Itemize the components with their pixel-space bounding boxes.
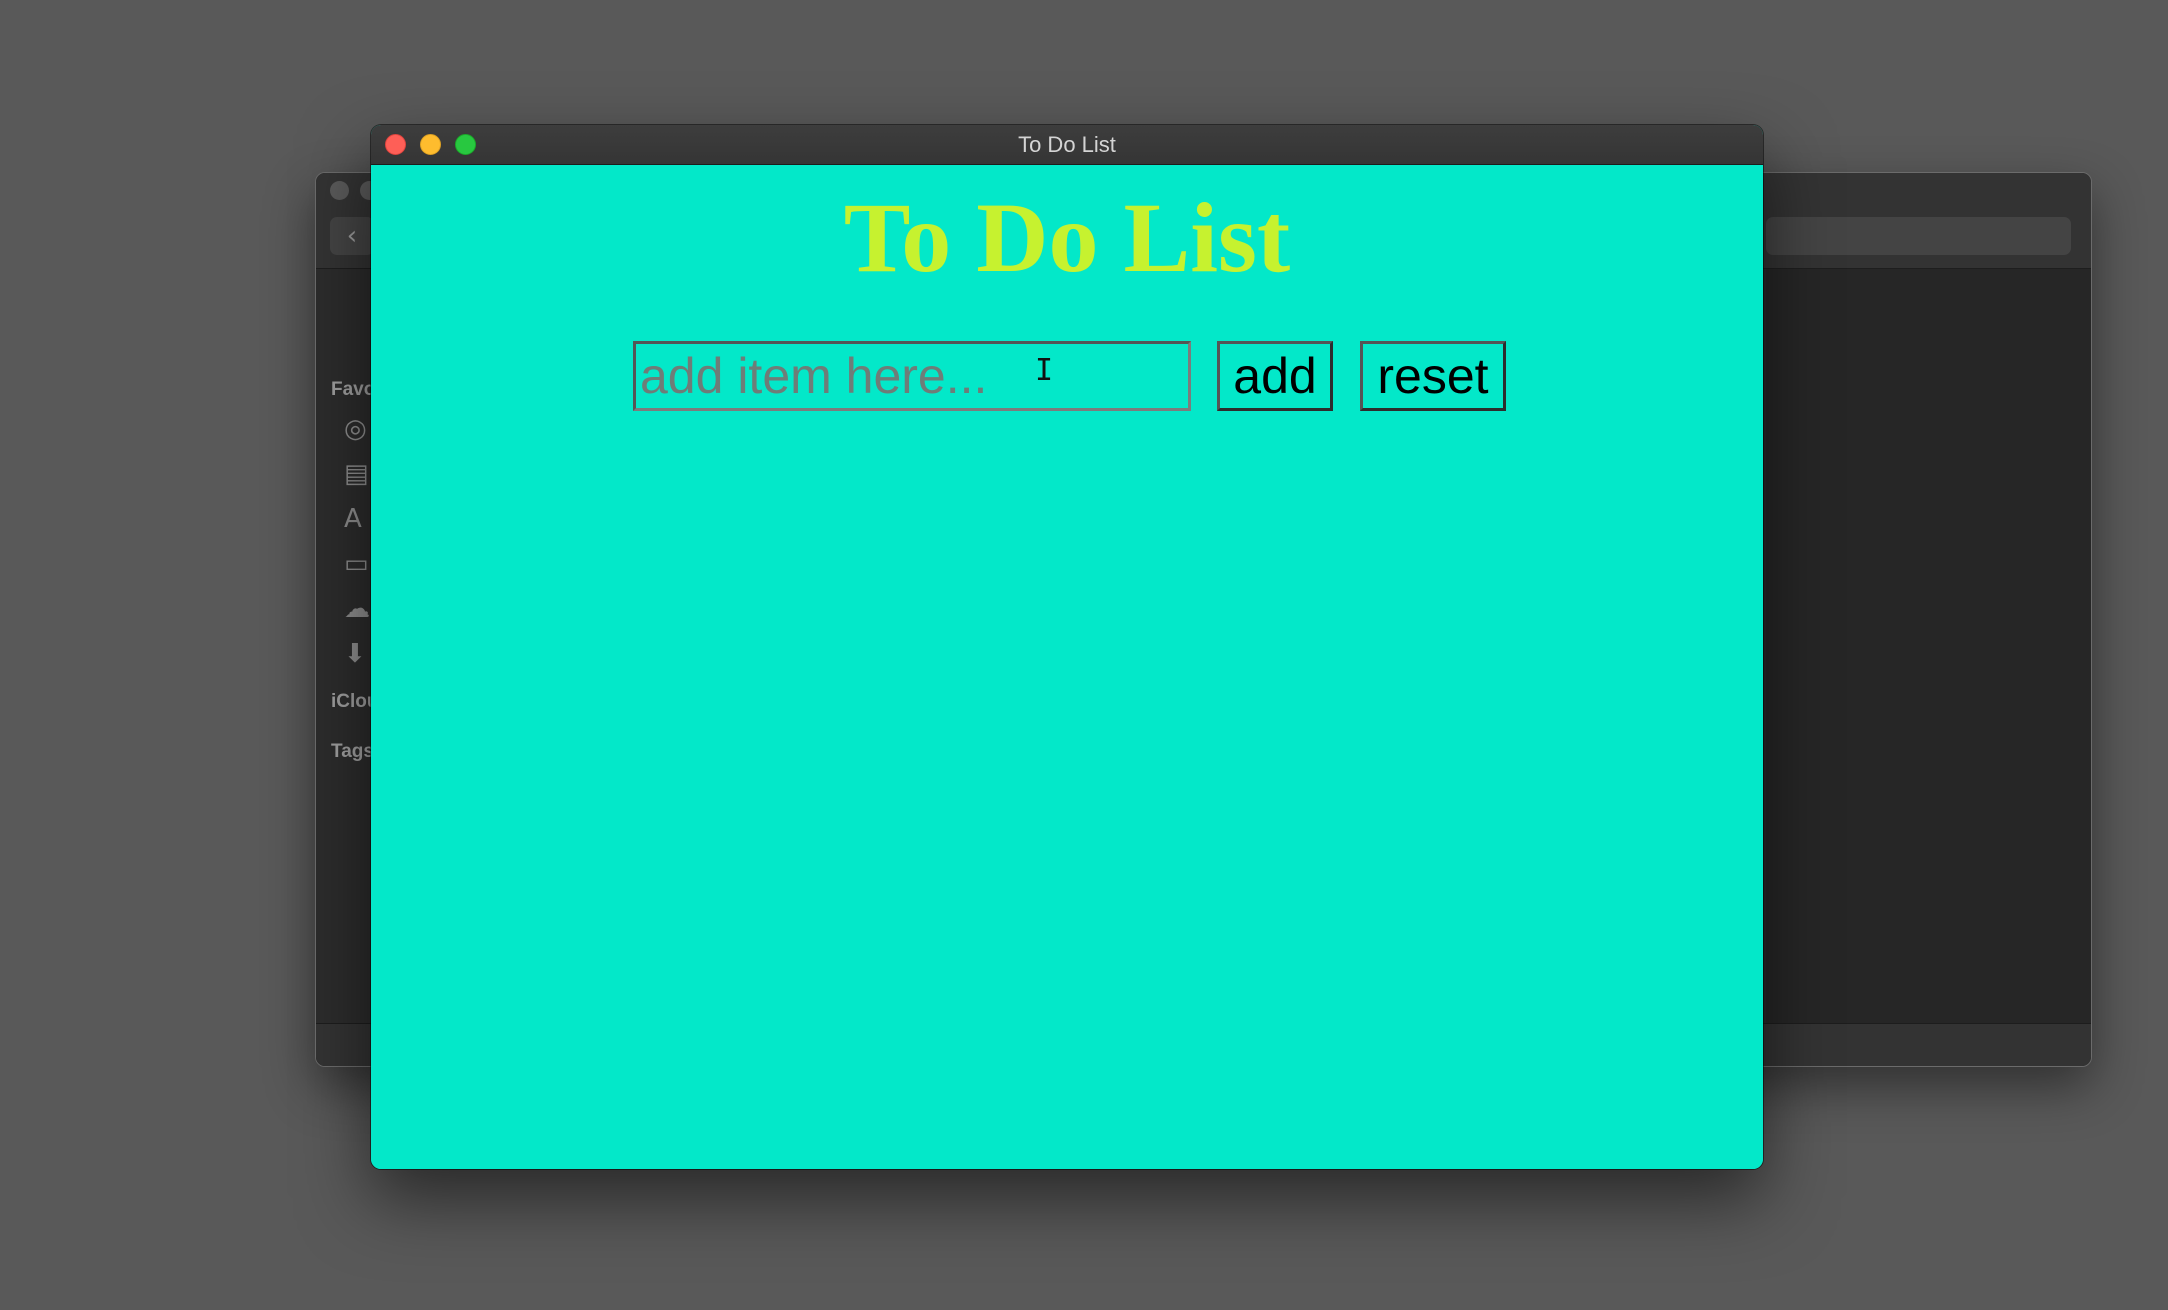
downloads-icon[interactable]: ⬇: [344, 639, 374, 669]
add-item-form: add reset: [633, 340, 1506, 412]
todo-window: To Do List To Do List add reset I: [371, 125, 1763, 1169]
desktop-icon[interactable]: ▭: [344, 549, 374, 579]
item-input[interactable]: [633, 341, 1191, 411]
back-icon[interactable]: ‹: [330, 217, 374, 255]
applications-icon[interactable]: A: [344, 504, 374, 534]
sidebar-section-favorites: Favo: [331, 379, 376, 400]
add-button[interactable]: add: [1217, 341, 1333, 411]
page-title: To Do List: [843, 182, 1291, 293]
finder-close-button[interactable]: [330, 181, 349, 200]
desktop: ‹ Favo ◎ ▤ A ▭ ☁ ⬇ iClou Tags To Do List…: [0, 0, 2168, 1310]
sidebar-section-tags: Tags: [331, 741, 374, 762]
recents-icon[interactable]: ▤: [344, 459, 374, 489]
window-title: To Do List: [1018, 132, 1116, 157]
app-content: To Do List add reset I: [371, 165, 1763, 1169]
reset-button[interactable]: reset: [1360, 341, 1506, 411]
window-titlebar[interactable]: To Do List: [371, 125, 1763, 165]
finder-toolbar-field[interactable]: [1766, 217, 2071, 255]
finder-content-area[interactable]: [1766, 269, 2091, 1024]
airdrop-icon[interactable]: ◎: [344, 414, 374, 444]
icloud-drive-icon[interactable]: ☁: [344, 594, 374, 624]
